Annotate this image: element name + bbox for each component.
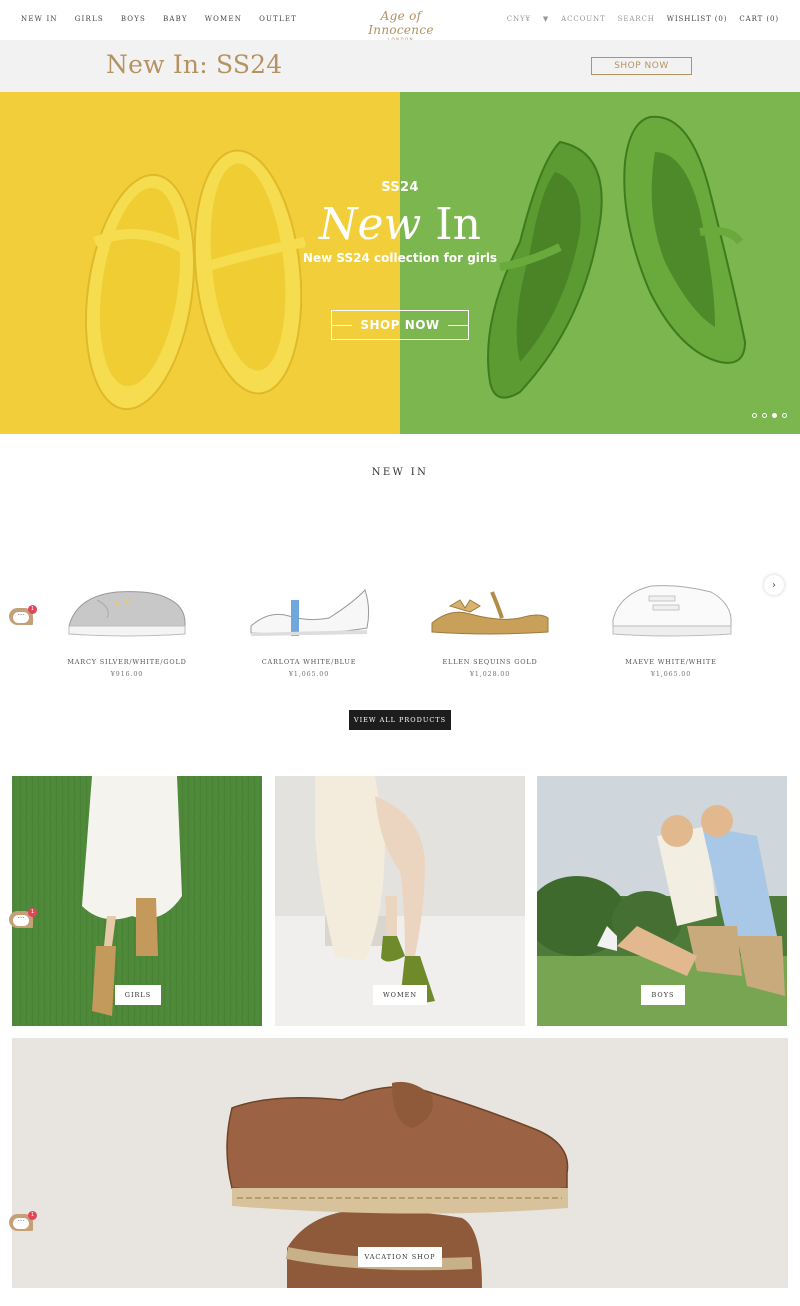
currency-label: CNY¥ <box>506 15 531 23</box>
top-nav: NEW IN GIRLS BOYS BABY WOMEN OUTLET Age … <box>0 0 800 42</box>
hero-headline-italic: New <box>319 199 422 250</box>
product-card[interactable]: MAEVE WHITE/WHITE ¥1,065.00 <box>601 578 741 688</box>
product-card[interactable]: MARCY SILVER/WHITE/GOLD ¥916.00 <box>57 578 197 688</box>
product-name: ELLEN SEQUINS GOLD <box>442 658 538 666</box>
hero-subtitle: New SS24 collection for girls <box>302 251 498 265</box>
chat-dots: ··· <box>13 612 29 623</box>
nav-boys[interactable]: BOYS <box>121 15 146 23</box>
nav-outlet[interactable]: OUTLET <box>259 15 297 23</box>
product-card[interactable]: CARLOTA WHITE/BLUE ¥1,065.00 <box>239 578 379 688</box>
view-all-products-button[interactable]: VIEW ALL PRODUCTS <box>349 710 451 730</box>
product-image <box>250 589 370 636</box>
category-tile-women[interactable]: WOMEN <box>275 776 525 1026</box>
product-name: CARLOTA WHITE/BLUE <box>261 658 357 666</box>
hero-slider[interactable]: SS24 New In New SS24 collection for girl… <box>0 92 800 434</box>
search-link[interactable]: SEARCH <box>618 15 655 23</box>
new-in-heading: NEW IN <box>371 467 429 478</box>
hero-shop-now-button[interactable]: SHOP NOW <box>331 310 469 340</box>
nav-women[interactable]: WOMEN <box>205 15 242 23</box>
brand-logo[interactable]: Age of Innocence LONDON <box>358 9 444 42</box>
product-name: MAEVE WHITE/WHITE <box>625 658 717 666</box>
nav-new-in[interactable]: NEW IN <box>21 15 58 23</box>
chat-dots: ··· <box>13 915 29 926</box>
category-label-boys: BOYS <box>641 985 685 1005</box>
hero-eyebrow: SS24 <box>381 180 419 195</box>
cart-link[interactable]: CART (0) <box>739 15 779 23</box>
category-tile-girls[interactable]: GIRLS <box>12 776 262 1026</box>
slider-dot-3[interactable] <box>772 413 777 418</box>
chat-dots: ··· <box>13 1218 29 1229</box>
product-card[interactable]: ELLEN SEQUINS GOLD ¥1,028.00 <box>420 578 560 688</box>
nav-girls[interactable]: GIRLS <box>75 15 104 23</box>
product-image <box>612 585 732 637</box>
utility-menu: CNY¥ ▼ ACCOUNT SEARCH WISHLIST (0) CART (… <box>483 15 779 23</box>
category-tile-boys[interactable]: BOYS <box>537 776 787 1026</box>
chat-notification-badge: 1 <box>28 605 37 614</box>
chevron-down-icon: ▼ <box>542 15 550 23</box>
category-label-girls: GIRLS <box>115 985 161 1005</box>
chat-notification-badge: 1 <box>28 1211 37 1220</box>
chat-widget-button[interactable]: ··· 1 <box>9 1211 37 1231</box>
account-link[interactable]: ACCOUNT <box>561 15 606 23</box>
product-image <box>68 591 186 637</box>
chat-notification-badge: 1 <box>28 908 37 917</box>
vacation-shop-tile[interactable]: VACATION SHOP <box>12 1038 788 1288</box>
promo-shop-now-button[interactable]: SHOP NOW <box>591 57 692 75</box>
logo-wordmark: Age of Innocence <box>368 9 434 37</box>
product-image <box>431 591 549 635</box>
nav-baby[interactable]: BABY <box>163 15 188 23</box>
chat-widget-button[interactable]: ··· 1 <box>9 908 37 928</box>
vacation-shop-label: VACATION SHOP <box>358 1247 442 1267</box>
hero-headline: New In <box>250 199 550 251</box>
wishlist-link[interactable]: WISHLIST (0) <box>667 15 728 23</box>
product-price: ¥1,065.00 <box>650 670 692 678</box>
currency-selector[interactable]: CNY¥ ▼ <box>495 15 549 23</box>
promo-banner: New In: SS24 SHOP NOW <box>0 40 800 92</box>
main-menu: NEW IN GIRLS BOYS BABY WOMEN OUTLET <box>21 15 314 23</box>
chat-widget-button[interactable]: ··· 1 <box>9 605 37 625</box>
product-price: ¥916.00 <box>110 670 144 678</box>
product-name: MARCY SILVER/WHITE/GOLD <box>67 658 187 666</box>
product-price: ¥1,028.00 <box>469 670 511 678</box>
slider-dots <box>752 413 787 418</box>
hero-text: SS24 New In New SS24 collection for girl… <box>250 180 550 265</box>
product-price: ¥1,065.00 <box>288 670 330 678</box>
slider-dot-2[interactable] <box>762 413 767 418</box>
slider-dot-1[interactable] <box>752 413 757 418</box>
category-label-women: WOMEN <box>373 985 427 1005</box>
hero-headline-rest: In <box>421 199 481 250</box>
promo-title: New In: SS24 <box>106 50 283 79</box>
chevron-right-icon[interactable]: › <box>764 575 784 595</box>
slider-dot-4[interactable] <box>782 413 787 418</box>
